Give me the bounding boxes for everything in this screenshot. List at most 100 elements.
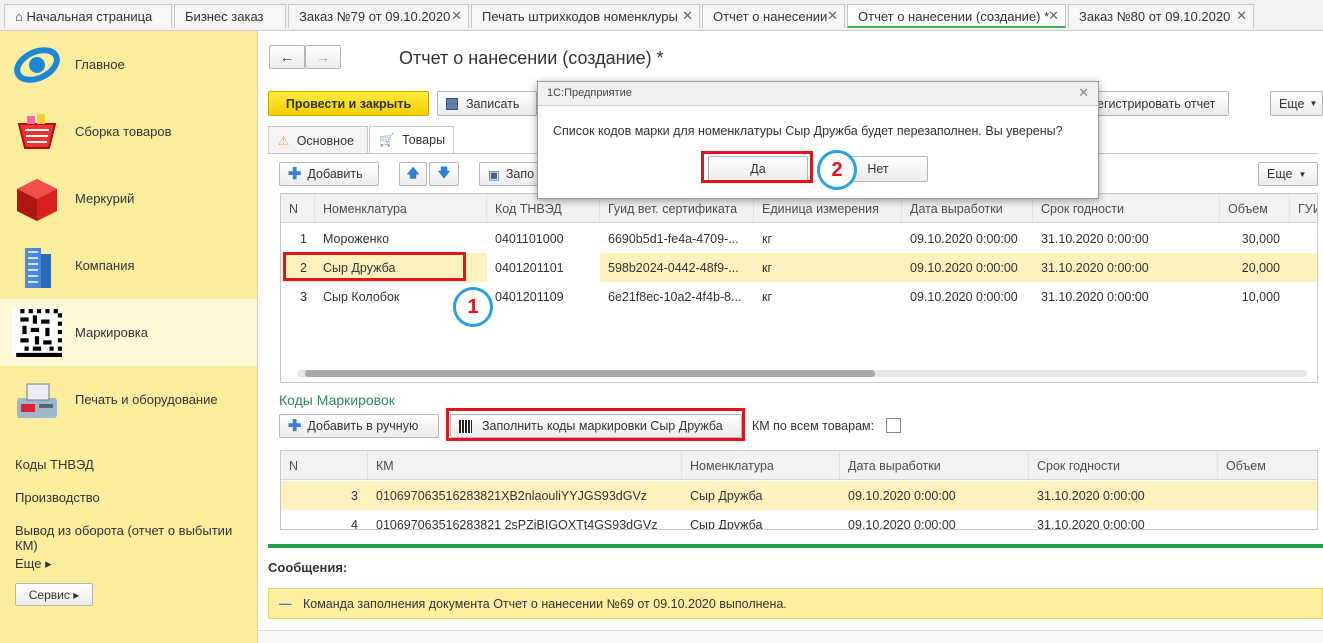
main-globe-icon <box>14 47 60 83</box>
chevron-down-icon: ▼ <box>1309 99 1318 108</box>
tab-report-create[interactable]: Отчет о нанесении (создание) * ✕ <box>847 4 1066 28</box>
cell-n: 3 <box>300 290 307 304</box>
more-label: Еще <box>1279 96 1305 111</box>
service-button[interactable]: Сервис ▸ <box>15 583 93 606</box>
tab-order-79[interactable]: Заказ №79 от 09.10.2020 ✕ <box>288 4 469 28</box>
col-header-production-date: Дата выработки <box>840 451 1029 479</box>
arrow-down-icon: 🡇 <box>437 165 451 180</box>
confirm-dialog: 1С:Предприятие ✕ Список кодов марки для … <box>537 81 1099 199</box>
message-text: Команда заполнения документа Отчет о нан… <box>302 597 787 611</box>
cell-volume <box>1218 510 1317 529</box>
cell-n: 4 <box>351 518 358 530</box>
tab-goods[interactable]: 🛒 Товары <box>369 126 454 154</box>
cell-vet-guid: 598b2024-0442-48f9-... <box>608 261 739 275</box>
more-button[interactable]: Еще ▼ <box>1270 91 1323 116</box>
tab-label: Товары <box>402 133 446 147</box>
message-item[interactable]: — Команда заполнения документа Отчет о н… <box>268 588 1323 619</box>
register-report-button[interactable]: егистрировать отчет <box>1096 91 1229 116</box>
close-icon[interactable]: ✕ <box>1078 85 1089 101</box>
dialog-message: Список кодов марки для номенклатуры Сыр … <box>553 124 1063 138</box>
col-header-expiry: Срок годности <box>1029 451 1218 479</box>
sidebar-item-company[interactable]: Компания <box>0 232 257 299</box>
col-header-n: N <box>281 194 315 222</box>
save-button[interactable]: Записать <box>437 91 537 116</box>
save-icon <box>446 97 458 110</box>
table-row[interactable]: 1 Мороженко 0401101000 6690b5d1-fe4a-470… <box>281 224 1317 253</box>
sidebar-item-label: Сборка товаров <box>75 124 172 139</box>
horizontal-scrollbar[interactable] <box>297 370 1307 377</box>
add-manual-button[interactable]: ✚ Добавить в ручную <box>279 414 439 438</box>
tab-label: Начальная страница <box>26 9 153 24</box>
tab-bar: ⌂ Начальная страница Бизнес заказ Заказ … <box>0 0 1323 31</box>
cell-production-date: 09.10.2020 0:00:00 <box>848 489 956 503</box>
sidebar: Главное Сборка товаров Меркурий Компания <box>0 31 258 643</box>
more-button-goods[interactable]: Еще ▼ <box>1258 162 1318 186</box>
highlight-yes-button-box <box>701 151 813 183</box>
km-all-checkbox[interactable] <box>886 418 901 433</box>
sidebar-item-mercury[interactable]: Меркурий <box>0 165 257 232</box>
forward-button[interactable]: → <box>305 45 341 69</box>
building-icon <box>25 248 51 288</box>
cell-nomenclature: Мороженко <box>323 232 390 246</box>
fill-button[interactable]: ▣ Запо <box>479 162 541 186</box>
post-close-button[interactable]: Провести и закрыть <box>268 91 429 116</box>
tab-home[interactable]: ⌂ Начальная страница <box>4 4 172 28</box>
tab-barcode-print[interactable]: Печать штрихкодов номенклуры ✕ <box>471 4 700 28</box>
tab-business-order[interactable]: Бизнес заказ <box>174 4 286 28</box>
cell-vet-guid: 6690b5d1-fe4a-4709-... <box>608 232 739 246</box>
close-icon[interactable]: ✕ <box>1236 8 1247 24</box>
goods-table: N Номенклатура Код ТНВЭД Гуид вет. серти… <box>280 193 1318 383</box>
fill-icon: ▣ <box>488 167 500 182</box>
table-row[interactable]: 3 Сыр Колобок 0401201109 6e21f8ec-10a2-4… <box>281 282 1317 311</box>
dialog-title: 1С:Предприятие <box>547 87 632 99</box>
sidebar-link-withdrawal[interactable]: Вывод из оборота (отчет о выбытии КМ) <box>15 523 257 553</box>
cell-production-date: 09.10.2020 0:00:00 <box>910 290 1018 304</box>
cell-km: 010697063516283821XB2nlaouliYYJGS93dGVz <box>376 489 648 503</box>
cell-vet-guid: 6e21f8ec-10a2-4f4b-8... <box>608 290 742 304</box>
minus-icon: — <box>279 597 292 611</box>
dialog-titlebar: 1С:Предприятие ✕ <box>538 82 1098 106</box>
sidebar-item-assembly[interactable]: Сборка товаров <box>0 98 257 165</box>
cell-production-date: 09.10.2020 0:00:00 <box>910 232 1018 246</box>
move-up-button[interactable]: 🡅 <box>399 162 427 186</box>
add-button[interactable]: ✚ Добавить <box>279 162 379 186</box>
tab-order-80[interactable]: Заказ №80 от 09.10.2020 ✕ <box>1068 4 1254 28</box>
close-icon[interactable]: ✕ <box>827 8 838 24</box>
highlight-fill-button-box <box>446 408 745 441</box>
sidebar-item-main[interactable]: Главное <box>0 31 257 98</box>
table-row[interactable]: 4 010697063516283821 2sPZiBIGOXTt4GS93dG… <box>281 510 1317 530</box>
sidebar-item-marking[interactable]: Маркировка <box>0 299 257 366</box>
col-header-volume: Объем <box>1220 194 1290 222</box>
cell-tnved: 0401101000 <box>495 232 564 246</box>
add-manual-label: Добавить в ручную <box>307 419 419 433</box>
more-label: Еще <box>1267 167 1293 181</box>
close-icon[interactable]: ✕ <box>1048 8 1059 24</box>
cell-expiry: 31.10.2020 0:00:00 <box>1037 489 1145 503</box>
sidebar-link-production[interactable]: Производство <box>15 490 100 505</box>
cell-tnved: 0401201109 <box>495 290 564 304</box>
cell-unit: кг <box>762 232 773 246</box>
sidebar-item-print[interactable]: Печать и оборудование <box>0 366 257 433</box>
plus-icon: ✚ <box>288 166 302 183</box>
cell-expiry: 31.10.2020 0:00:00 <box>1037 518 1145 530</box>
sidebar-item-label: Компания <box>75 258 135 273</box>
close-icon[interactable]: ✕ <box>682 8 693 24</box>
scrollbar-thumb[interactable] <box>305 370 875 377</box>
move-down-button[interactable]: 🡇 <box>429 162 459 186</box>
back-button[interactable]: ← <box>269 45 305 69</box>
cell-n: 1 <box>300 232 307 246</box>
cell-production-date: 09.10.2020 0:00:00 <box>910 261 1018 275</box>
tab-main[interactable]: ⚠ Основное <box>268 126 368 153</box>
pos-terminal-icon <box>17 383 57 418</box>
sidebar-link-tnved[interactable]: Коды ТНВЭД <box>15 457 94 472</box>
tab-report[interactable]: Отчет о нанесении ✕ <box>702 4 845 28</box>
cell-volume: 30,000 <box>1241 232 1280 246</box>
sidebar-link-more[interactable]: Еще ▸ <box>15 556 52 572</box>
cell-nomenclature: Сыр Дружба <box>690 518 763 530</box>
arrow-up-icon: 🡅 <box>406 165 420 180</box>
close-icon[interactable]: ✕ <box>451 8 462 24</box>
mercury-cube-icon <box>17 179 57 221</box>
cell-km: 010697063516283821 2sPZiBIGOXTt4GS93dGVz <box>376 518 658 530</box>
tab-label: Заказ №80 от 09.10.2020 <box>1079 9 1231 24</box>
table-row-selected[interactable]: 3 010697063516283821XB2nlaouliYYJGS93dGV… <box>281 481 1317 510</box>
